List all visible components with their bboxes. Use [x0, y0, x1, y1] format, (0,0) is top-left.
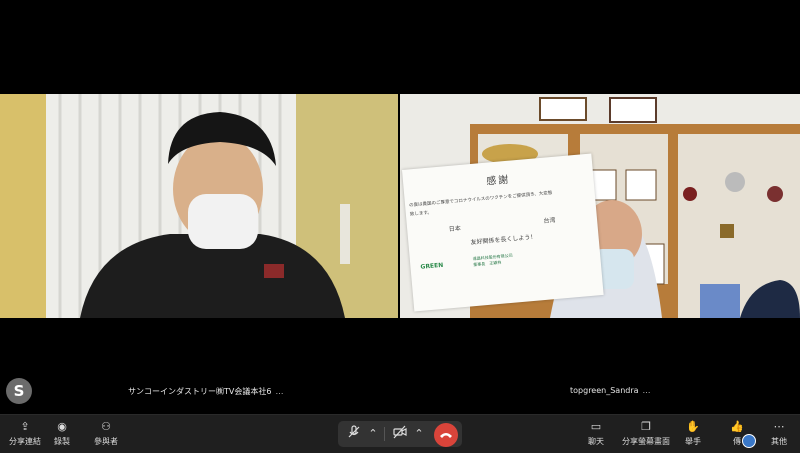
- participant-more-left-icon[interactable]: …: [275, 387, 283, 396]
- hangup-button[interactable]: [434, 423, 458, 447]
- record-label: 錄製: [54, 437, 70, 446]
- chat-icon: ▭: [590, 420, 602, 433]
- paper-sign-block: 達昌科技股份有限公司 董事長 王穎林: [473, 253, 514, 268]
- share-screen-label: 分享螢幕畫面: [622, 437, 670, 446]
- record-button[interactable]: ◉ 錄製: [37, 419, 87, 447]
- camera-options-chevron-icon[interactable]: ⌃: [412, 425, 426, 443]
- mic-options-chevron-icon[interactable]: ⌃: [366, 425, 380, 443]
- participant-video-left: [0, 94, 398, 318]
- paper-signature: GREEN 達昌科技股份有限公司 董事長 王穎林: [420, 245, 600, 273]
- people-icon: ⚇: [101, 420, 111, 433]
- chat-button[interactable]: ▭ 聊天: [571, 419, 621, 447]
- meeting-toolbar: ⇪ 分享連結 ◉ 錄製 ⚇ 參與者 ⌃ ⌃ ▭ 聊天 ❐ 分享螢幕畫面 ✋ 舉手…: [0, 414, 800, 453]
- more-dots-icon: ⋯: [773, 420, 785, 433]
- share-screen-button[interactable]: ❐ 分享螢幕畫面: [618, 419, 674, 447]
- raise-hand-label: 舉手: [685, 437, 701, 446]
- user-avatar-icon[interactable]: [742, 434, 756, 448]
- participant-tile-right[interactable]: 感謝 の度は貴国のご厚意でコロナウイルスのワクチンをご提供頂き、大変態 致します…: [400, 94, 800, 318]
- app-logo-icon: S: [6, 378, 32, 404]
- participant-name-right: topgreen_Sandra …: [570, 386, 651, 395]
- more-button[interactable]: ⋯ 其他: [754, 419, 800, 447]
- participant-name-right-text: topgreen_Sandra: [570, 386, 639, 395]
- participant-name-left: サンコーインダストリー㈱TV会議本社6…: [128, 386, 283, 397]
- video-area: 感謝 の度は貴国のご厚意でコロナウイルスのワクチンをご提供頂き、大変態 致します…: [0, 0, 800, 414]
- raise-hand-button[interactable]: ✋ 舉手: [668, 419, 718, 447]
- participant-name-left-text: サンコーインダストリー㈱TV会議本社6: [128, 387, 272, 396]
- paper-country-taiwan: 台湾: [543, 216, 556, 225]
- paper-logo: GREEN: [420, 261, 443, 270]
- hangup-icon: [440, 433, 452, 438]
- participants-button[interactable]: ⚇ 參與者: [81, 419, 131, 447]
- divider: [384, 427, 385, 441]
- record-icon: ◉: [57, 420, 67, 433]
- raise-hand-icon: ✋: [686, 420, 700, 433]
- held-paper: 感謝 の度は貴国のご厚意でコロナウイルスのワクチンをご提供頂き、大変態 致します…: [402, 153, 604, 312]
- paper-country-japan: 日本: [448, 225, 462, 234]
- mic-muted-icon[interactable]: [344, 425, 364, 445]
- screen-share-icon: ❐: [641, 420, 651, 433]
- camera-off-icon[interactable]: [390, 425, 410, 445]
- participant-tile-left[interactable]: [0, 94, 398, 318]
- participant-more-right-icon[interactable]: …: [643, 386, 651, 395]
- participants-label: 參與者: [94, 437, 118, 446]
- chat-label: 聊天: [588, 437, 604, 446]
- paper-logo-text: GREEN: [420, 261, 444, 271]
- more-label: 其他: [771, 437, 787, 446]
